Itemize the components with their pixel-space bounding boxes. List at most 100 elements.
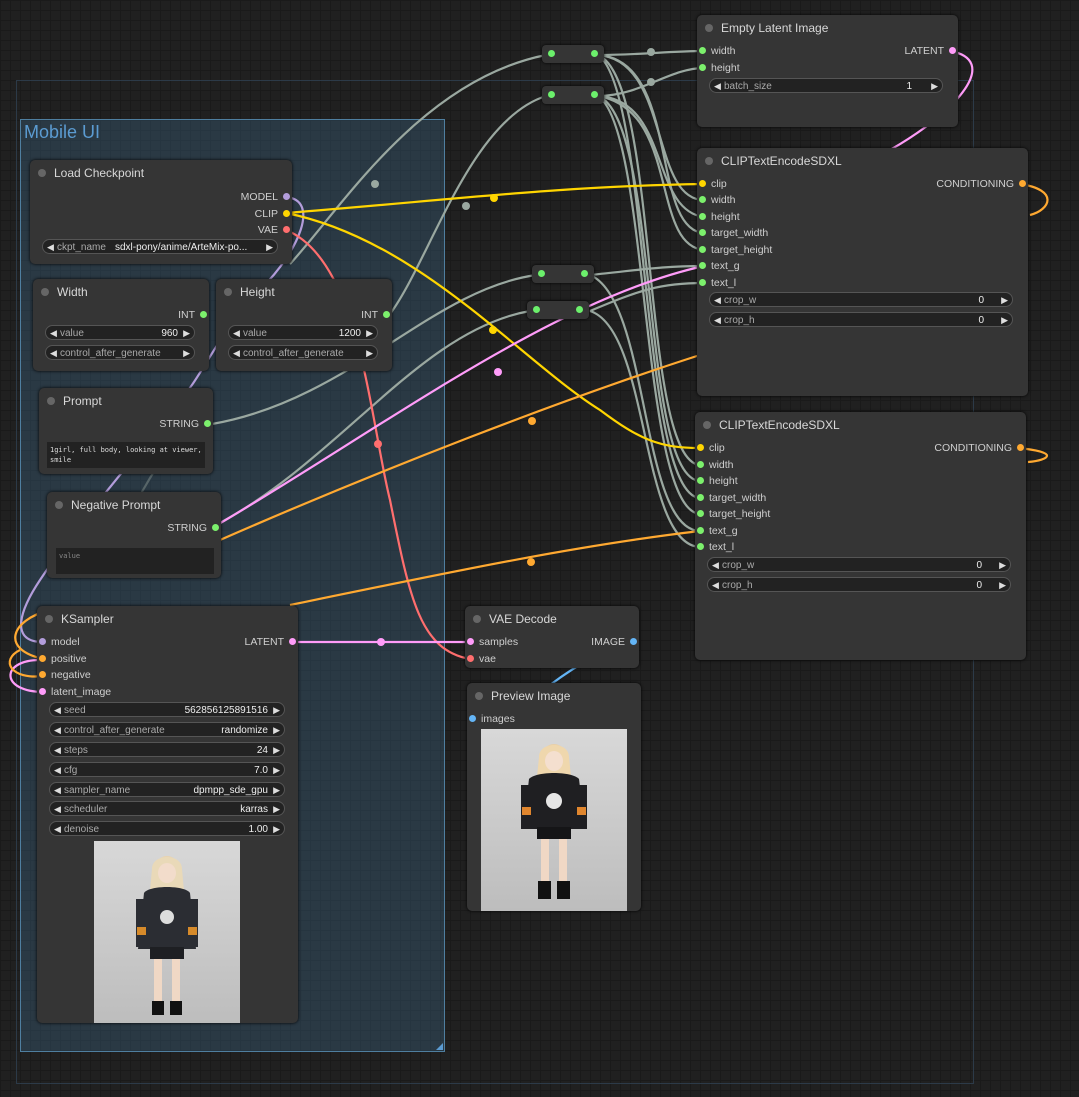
input-clip[interactable]: clip <box>697 176 727 192</box>
socket-icon[interactable] <box>283 193 290 200</box>
socket-icon[interactable] <box>630 638 637 645</box>
crop-h-number[interactable]: ◀ crop_h 0 ▶ <box>709 312 1013 327</box>
socket-icon[interactable] <box>39 688 46 695</box>
node-width[interactable]: Width INT ◀ value 960 ▶ ◀ control_after_gene… <box>33 279 209 371</box>
node-load-checkpoint[interactable]: Load Checkpoint MODEL CLIP VAE ◀ ckpt_na… <box>30 160 292 264</box>
arrow-right-icon[interactable]: ▶ <box>183 346 190 361</box>
seed-number[interactable]: ◀ seed 562856125891516 ▶ <box>49 702 285 717</box>
input-text-g[interactable]: text_g <box>697 258 740 274</box>
cfg-number[interactable]: ◀ cfg 7.0 ▶ <box>49 762 285 777</box>
node-height[interactable]: Height INT ◀ value 1200 ▶ ◀ control_after_ge… <box>216 279 392 371</box>
socket-icon[interactable] <box>212 524 219 531</box>
input-negative[interactable]: negative <box>37 667 91 683</box>
reroute-out[interactable] <box>591 91 598 98</box>
arrow-right-icon[interactable]: ▶ <box>273 743 280 758</box>
collapse-dot-icon[interactable] <box>45 615 53 623</box>
collapse-dot-icon[interactable] <box>705 157 713 165</box>
input-vae[interactable]: vae <box>465 651 496 667</box>
arrow-left-icon[interactable]: ◀ <box>712 558 719 573</box>
input-target-width[interactable]: target_width <box>695 490 766 506</box>
output-string[interactable]: STRING <box>167 520 221 536</box>
input-target-height[interactable]: target_height <box>697 242 772 258</box>
arrow-right-icon[interactable]: ▶ <box>183 326 190 341</box>
input-clip[interactable]: clip <box>695 440 725 456</box>
arrow-left-icon[interactable]: ◀ <box>233 326 240 341</box>
socket-icon[interactable] <box>699 262 706 269</box>
collapse-dot-icon[interactable] <box>38 169 46 177</box>
arrow-right-icon[interactable]: ▶ <box>273 723 280 738</box>
socket-icon[interactable] <box>467 638 474 645</box>
input-target-height[interactable]: target_height <box>695 506 770 522</box>
collapse-dot-icon[interactable] <box>705 24 713 32</box>
input-text-l[interactable]: text_l <box>697 275 736 291</box>
socket-icon[interactable] <box>383 311 390 318</box>
arrow-right-icon[interactable]: ▶ <box>273 763 280 778</box>
prompt-text-area[interactable]: 1girl, full body, looking at viewer, smi… <box>47 442 205 468</box>
negative-text-area[interactable]: value <box>56 548 214 574</box>
arrow-left-icon[interactable]: ◀ <box>714 313 721 328</box>
node-negative-prompt[interactable]: Negative Prompt STRING value <box>47 492 221 578</box>
socket-icon[interactable] <box>697 527 704 534</box>
batch-size-number[interactable]: ◀ batch_size 1 ▶ <box>709 78 943 93</box>
reroute-3[interactable] <box>532 265 594 283</box>
output-latent[interactable]: LATENT <box>245 634 298 650</box>
arrow-right-icon[interactable]: ▶ <box>999 578 1006 593</box>
arrow-right-icon[interactable]: ▶ <box>273 783 280 798</box>
arrow-right-icon[interactable]: ▶ <box>273 703 280 718</box>
socket-icon[interactable] <box>697 461 704 468</box>
arrow-left-icon[interactable]: ◀ <box>50 326 57 341</box>
width-value-number[interactable]: ◀ value 960 ▶ <box>45 325 195 340</box>
height-control-combo[interactable]: ◀ control_after_generate ▶ <box>228 345 378 360</box>
socket-icon[interactable] <box>697 510 704 517</box>
input-height[interactable]: height <box>697 209 740 225</box>
arrow-right-icon[interactable]: ▶ <box>366 326 373 341</box>
collapse-dot-icon[interactable] <box>475 692 483 700</box>
arrow-right-icon[interactable]: ▶ <box>273 802 280 817</box>
socket-icon[interactable] <box>697 477 704 484</box>
arrow-right-icon[interactable]: ▶ <box>273 822 280 837</box>
socket-icon[interactable] <box>699 196 706 203</box>
crop-h-number[interactable]: ◀ crop_h 0 ▶ <box>707 577 1011 592</box>
input-model[interactable]: model <box>37 634 80 650</box>
input-height[interactable]: height <box>697 60 740 76</box>
output-int[interactable]: INT <box>178 307 209 323</box>
output-latent[interactable]: LATENT <box>905 43 958 59</box>
input-positive[interactable]: positive <box>37 651 87 667</box>
socket-icon[interactable] <box>39 671 46 678</box>
reroute-out[interactable] <box>581 270 588 277</box>
steps-number[interactable]: ◀ steps 24 ▶ <box>49 742 285 757</box>
output-conditioning[interactable]: CONDITIONING <box>934 440 1026 456</box>
socket-icon[interactable] <box>699 180 706 187</box>
socket-icon[interactable] <box>1017 444 1024 451</box>
arrow-left-icon[interactable]: ◀ <box>54 822 61 837</box>
output-clip[interactable]: CLIP <box>255 206 292 222</box>
arrow-right-icon[interactable]: ▶ <box>1001 293 1008 308</box>
collapse-dot-icon[interactable] <box>47 397 55 405</box>
arrow-left-icon[interactable]: ◀ <box>50 346 57 361</box>
arrow-left-icon[interactable]: ◀ <box>714 79 721 94</box>
socket-icon[interactable] <box>949 47 956 54</box>
socket-icon[interactable] <box>697 494 704 501</box>
node-vae-decode[interactable]: VAE Decode samples vae IMAGE <box>465 606 639 668</box>
reroute-1[interactable] <box>542 45 604 63</box>
crop-w-number[interactable]: ◀ crop_w 0 ▶ <box>707 557 1011 572</box>
reroute-in[interactable] <box>538 270 545 277</box>
arrow-left-icon[interactable]: ◀ <box>714 293 721 308</box>
arrow-left-icon[interactable]: ◀ <box>712 578 719 593</box>
node-prompt[interactable]: Prompt STRING 1girl, full body, looking … <box>39 388 213 474</box>
socket-icon[interactable] <box>699 279 706 286</box>
arrow-left-icon[interactable]: ◀ <box>47 240 54 255</box>
socket-icon[interactable] <box>39 638 46 645</box>
collapse-dot-icon[interactable] <box>224 288 232 296</box>
ckpt-name-combo[interactable]: ◀ ckpt_name sdxl-pony/anime/ArteMix-po..… <box>42 239 278 254</box>
socket-icon[interactable] <box>200 311 207 318</box>
socket-icon[interactable] <box>699 47 706 54</box>
socket-icon[interactable] <box>699 213 706 220</box>
collapse-dot-icon[interactable] <box>703 421 711 429</box>
sampler-name-combo[interactable]: ◀ sampler_name dpmpp_sde_gpu ▶ <box>49 782 285 797</box>
control-after-generate-combo[interactable]: ◀ control_after_generate randomize ▶ <box>49 722 285 737</box>
node-empty-latent-image[interactable]: Empty Latent Image width height LATENT ◀… <box>697 15 958 127</box>
arrow-left-icon[interactable]: ◀ <box>54 802 61 817</box>
node-preview-image[interactable]: Preview Image images <box>467 683 641 911</box>
socket-icon[interactable] <box>697 444 704 451</box>
